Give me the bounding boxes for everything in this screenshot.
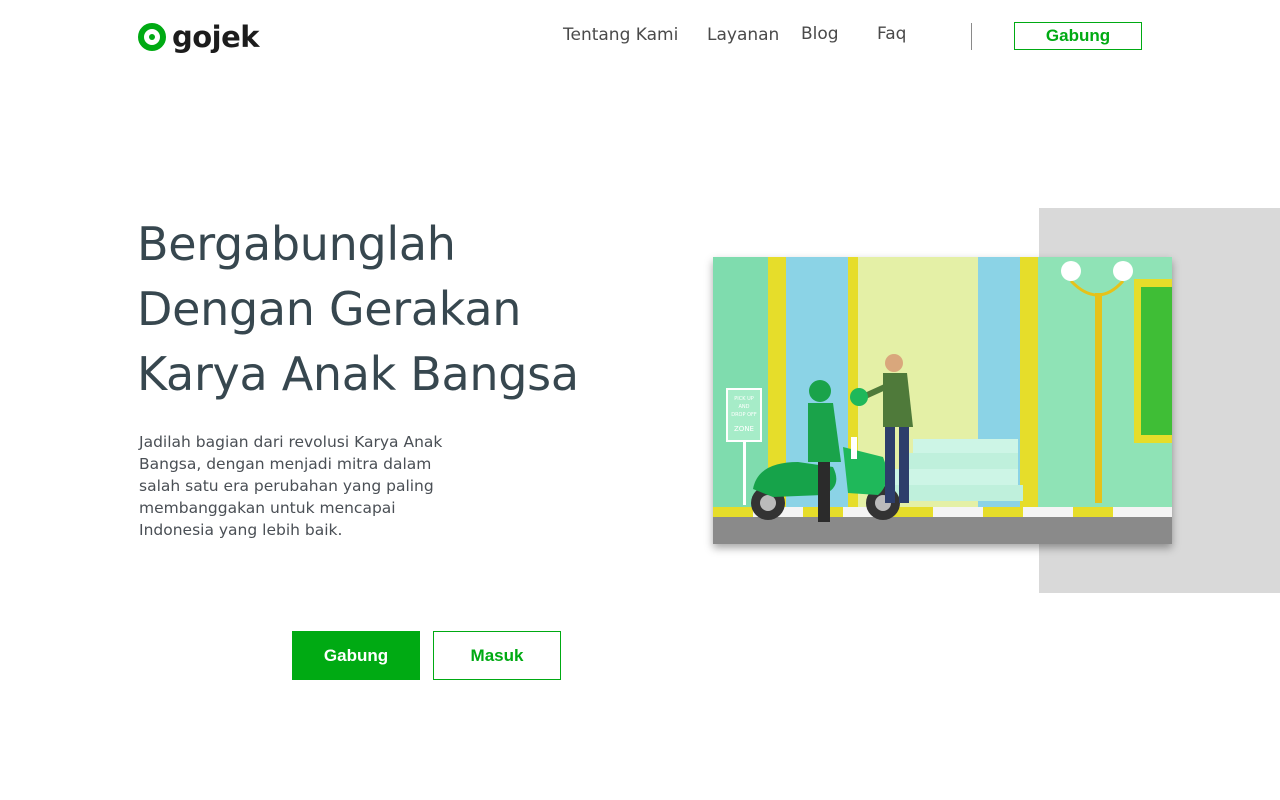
join-button[interactable]: Gabung: [292, 631, 420, 680]
hero-photo: PICK UP AND DROP OFF ZONE: [713, 257, 1172, 544]
gojek-logo-icon: [138, 23, 166, 51]
brand-name: gojek: [172, 20, 260, 54]
hero-title-line: Karya Anak Bangsa: [137, 347, 579, 401]
hero-description: Jadilah bagian dari revolusi Karya Anak …: [139, 433, 443, 539]
hero-title-line: Dengan Gerakan: [137, 282, 522, 336]
hero-title: Bergabunglah Dengan Gerakan Karya Anak B…: [137, 212, 657, 407]
gojek-logo[interactable]: gojek: [137, 20, 260, 54]
sign-text: PICK UP: [734, 396, 754, 402]
sign-text: ZONE: [734, 425, 754, 433]
header-join-button[interactable]: Gabung: [1014, 22, 1142, 50]
login-button[interactable]: Masuk: [433, 631, 561, 680]
sign-text: AND: [738, 404, 749, 410]
nav-item-tentang-kami[interactable]: Tentang Kami: [563, 25, 678, 45]
nav-item-layanan[interactable]: Layanan: [707, 25, 779, 45]
nav-item-faq[interactable]: Faq: [877, 24, 906, 44]
hero-title-line: Bergabunglah: [137, 217, 456, 271]
nav-item-blog[interactable]: Blog: [801, 24, 839, 44]
nav-divider: [971, 23, 972, 50]
sign-text: DROP OFF: [731, 412, 757, 418]
